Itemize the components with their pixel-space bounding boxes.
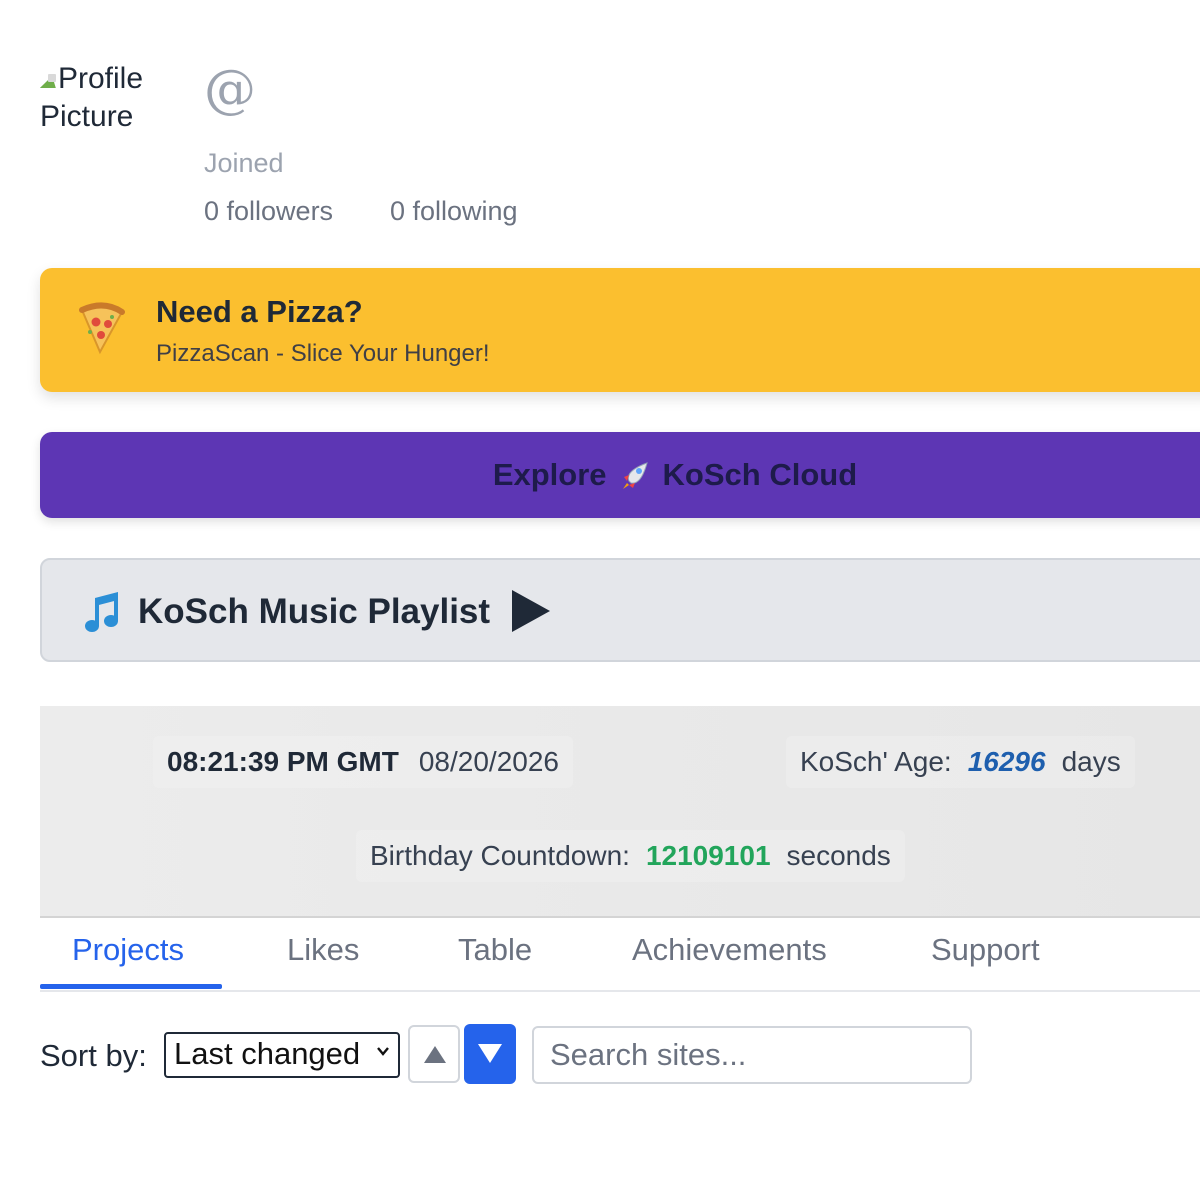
profile-picture-alt-line1: Profile — [58, 62, 144, 95]
age-unit: days — [1061, 746, 1121, 777]
play-icon[interactable] — [512, 590, 550, 632]
tab-table[interactable]: Table — [458, 932, 532, 968]
birthday-countdown-chip: Birthday Countdown: 12109101 seconds — [356, 830, 905, 882]
age-chip: KoSch' Age: 16296 days — [786, 736, 1135, 788]
playlist-title: KoSch Music Playlist — [138, 592, 491, 631]
countdown-value: 12109101 — [645, 840, 771, 871]
time-panel: 08:21:39 PM GMT 08/20/2026 KoSch' Age: 1… — [40, 706, 1200, 918]
tab-achievements[interactable]: Achievements — [632, 932, 827, 968]
tab-likes[interactable]: Likes — [287, 932, 359, 968]
following-count[interactable]: 0 following — [390, 196, 518, 227]
tab-bar: Projects Likes Table Achievements Suppor… — [40, 918, 1200, 992]
countdown-unit: seconds — [786, 840, 891, 871]
clock-chip: 08:21:39 PM GMT 08/20/2026 — [153, 736, 573, 788]
sort-ascending-button[interactable] — [408, 1025, 460, 1083]
arrow-down-icon — [478, 1044, 502, 1063]
broken-image-icon — [40, 72, 58, 90]
countdown-label: Birthday Countdown: — [370, 840, 630, 871]
explore-label-before: Explore — [492, 457, 607, 492]
explore-label-after: KoSch Cloud — [662, 457, 858, 492]
sort-label: Sort by: — [40, 1038, 147, 1073]
tab-support[interactable]: Support — [931, 932, 1040, 968]
sort-descending-button[interactable] — [464, 1024, 516, 1084]
sort-select[interactable]: Last changed — [164, 1032, 400, 1078]
current-date: 08/20/2026 — [418, 746, 559, 777]
sort-selected-value: Last changed — [174, 1036, 361, 1071]
music-playlist-card[interactable]: KoSch Music Playlist — [40, 558, 1200, 662]
pizza-ad-card[interactable]: Need a Pizza? PizzaScan - Slice Your Hun… — [40, 268, 1200, 392]
joined-date: Joined — [204, 148, 284, 178]
active-tab-indicator — [40, 984, 222, 989]
ad-subtitle: PizzaScan - Slice Your Hunger! — [156, 340, 490, 367]
explore-cloud-button[interactable]: Explore KoSch Cloud — [40, 432, 1200, 518]
followers-count[interactable]: 0 followers — [204, 196, 333, 227]
music-note-icon — [85, 592, 118, 632]
chevron-down-icon — [377, 1047, 389, 1056]
arrow-up-icon — [424, 1046, 446, 1063]
age-label: KoSch' Age: — [800, 746, 952, 777]
current-time: 08:21:39 PM GMT — [167, 746, 399, 777]
ad-title: Need a Pizza? — [156, 294, 363, 329]
user-handle: @ — [204, 60, 256, 120]
tab-projects[interactable]: Projects — [72, 932, 184, 968]
profile-picture: Profile Picture — [40, 60, 170, 150]
profile-picture-alt-line2: Picture — [40, 100, 134, 133]
search-sites-input[interactable] — [532, 1026, 972, 1084]
age-value: 16296 — [967, 746, 1046, 777]
pizza-icon — [79, 302, 125, 355]
rocket-icon — [622, 462, 648, 489]
